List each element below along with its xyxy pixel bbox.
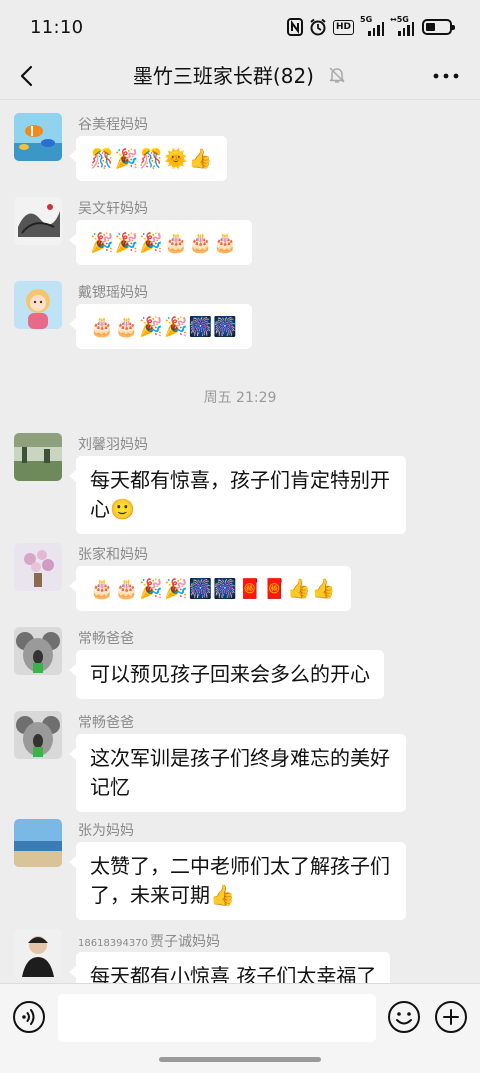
emoji-content: 🎂🎂🎉🎉🎆🎆 — [90, 316, 238, 338]
emoji-content: 🎉🎉🎉🎂🎂🎂 — [90, 232, 238, 254]
emoji-face-icon[interactable] — [387, 1000, 421, 1034]
message-bubble[interactable]: 每天都有惊喜，孩子们肯定特别开 心🙂 — [69, 456, 406, 534]
home-indicator[interactable] — [159, 1057, 321, 1062]
message-input[interactable] — [58, 994, 376, 1042]
sender-name: 谷美程妈妈 — [78, 117, 148, 133]
message-bubble[interactable]: 可以预见孩子回来会多么的开心 — [69, 650, 384, 699]
message-text-line: 了，未来可期👍 — [90, 883, 235, 907]
avatar[interactable] — [14, 433, 62, 481]
message-text-line: 太赞了，二中老师们太了解孩子们 — [90, 854, 390, 878]
time-divider: 周五 21:29 — [203, 390, 277, 406]
message-bubble[interactable]: 🎊🎉🎊🌞👍 — [68, 136, 228, 181]
more-icon[interactable] — [432, 66, 460, 86]
sender-name: 常畅爸爸 — [78, 715, 134, 731]
group-title[interactable]: 墨竹三班家长群(82) — [133, 60, 314, 89]
message-text-line: 每天都有惊喜，孩子们肯定特别开 — [90, 468, 390, 492]
signal-icon-sim2: ↔5G — [390, 15, 414, 36]
sender-name: 张家和妈妈 — [78, 547, 148, 563]
message-text-line: 这次军训是孩子们终身难忘的美好 — [90, 746, 390, 770]
sender-name: 戴锶瑶妈妈 — [78, 285, 148, 301]
avatar[interactable] — [14, 819, 62, 867]
message-bubble[interactable]: 太赞了，二中老师们太了解孩子们 了，未来可期👍 — [69, 842, 406, 920]
sender-name: 刘馨羽妈妈 — [78, 437, 148, 453]
message-text-line: 心🙂 — [90, 497, 135, 521]
battery-icon — [422, 19, 455, 35]
voice-icon[interactable] — [12, 1000, 46, 1034]
title-wrap: 墨竹三班家长群(82) — [0, 60, 480, 89]
emoji-content: 🎂🎂🎉🎉🎆🎆🧧🧧👍👍 — [90, 578, 337, 600]
sender-name: 张为妈妈 — [78, 823, 134, 839]
sender-nickname: 贾子诚妈妈 — [150, 934, 220, 950]
plus-icon[interactable] — [434, 1000, 468, 1034]
alarm-icon — [310, 18, 326, 36]
message-bubble[interactable]: 🎂🎂🎉🎉🎆🎆 — [69, 304, 252, 349]
avatar[interactable] — [14, 197, 62, 245]
mute-bell-icon — [329, 66, 345, 83]
avatar[interactable] — [14, 711, 62, 759]
message-bubble[interactable]: 🎂🎂🎉🎉🎆🎆🧧🧧👍👍 — [69, 566, 351, 611]
emoji-content: 🎊🎉🎊🌞👍 — [90, 148, 214, 170]
sender-name: 常畅爸爸 — [78, 631, 134, 647]
status-time: 11:10 — [30, 17, 84, 38]
chat-header: 墨竹三班家长群(82) — [0, 54, 480, 100]
sender-name: 18618394370 贾子诚妈妈 — [78, 931, 220, 951]
sender-phone: 18618394370 — [78, 938, 148, 949]
avatar[interactable] — [14, 627, 62, 675]
avatar[interactable] — [14, 113, 62, 161]
hd-icon: HD — [332, 19, 354, 35]
nfc-icon — [286, 18, 303, 36]
sender-name: 吴文轩妈妈 — [78, 201, 148, 217]
signal-icon-sim1: 5G — [360, 15, 384, 36]
status-icons: HD 5G ↔5G — [286, 15, 455, 38]
message-text: 每天都有小惊喜 孩子们太幸福了 — [90, 964, 377, 983]
message-bubble[interactable]: 这次军训是孩子们终身难忘的美好 记忆 — [69, 734, 406, 812]
avatar[interactable] — [14, 281, 62, 329]
message-text: 可以预见孩子回来会多么的开心 — [90, 662, 370, 686]
avatar[interactable] — [14, 543, 62, 591]
message-bubble[interactable]: 🎉🎉🎉🎂🎂🎂 — [69, 220, 252, 265]
avatar[interactable] — [14, 929, 62, 977]
message-text-line: 记忆 — [90, 775, 130, 799]
message-bubble[interactable]: 每天都有小惊喜 孩子们太幸福了 — [68, 952, 391, 983]
chat-messages[interactable]: 谷美程妈妈 🎊🎉🎊🌞👍 吴文轩妈妈 🎉🎉🎉🎂🎂🎂 戴锶瑶妈妈 🎂🎂🎉🎉🎆🎆 周五… — [0, 101, 480, 983]
status-bar: 11:10 HD 5G ↔5G — [0, 0, 480, 54]
